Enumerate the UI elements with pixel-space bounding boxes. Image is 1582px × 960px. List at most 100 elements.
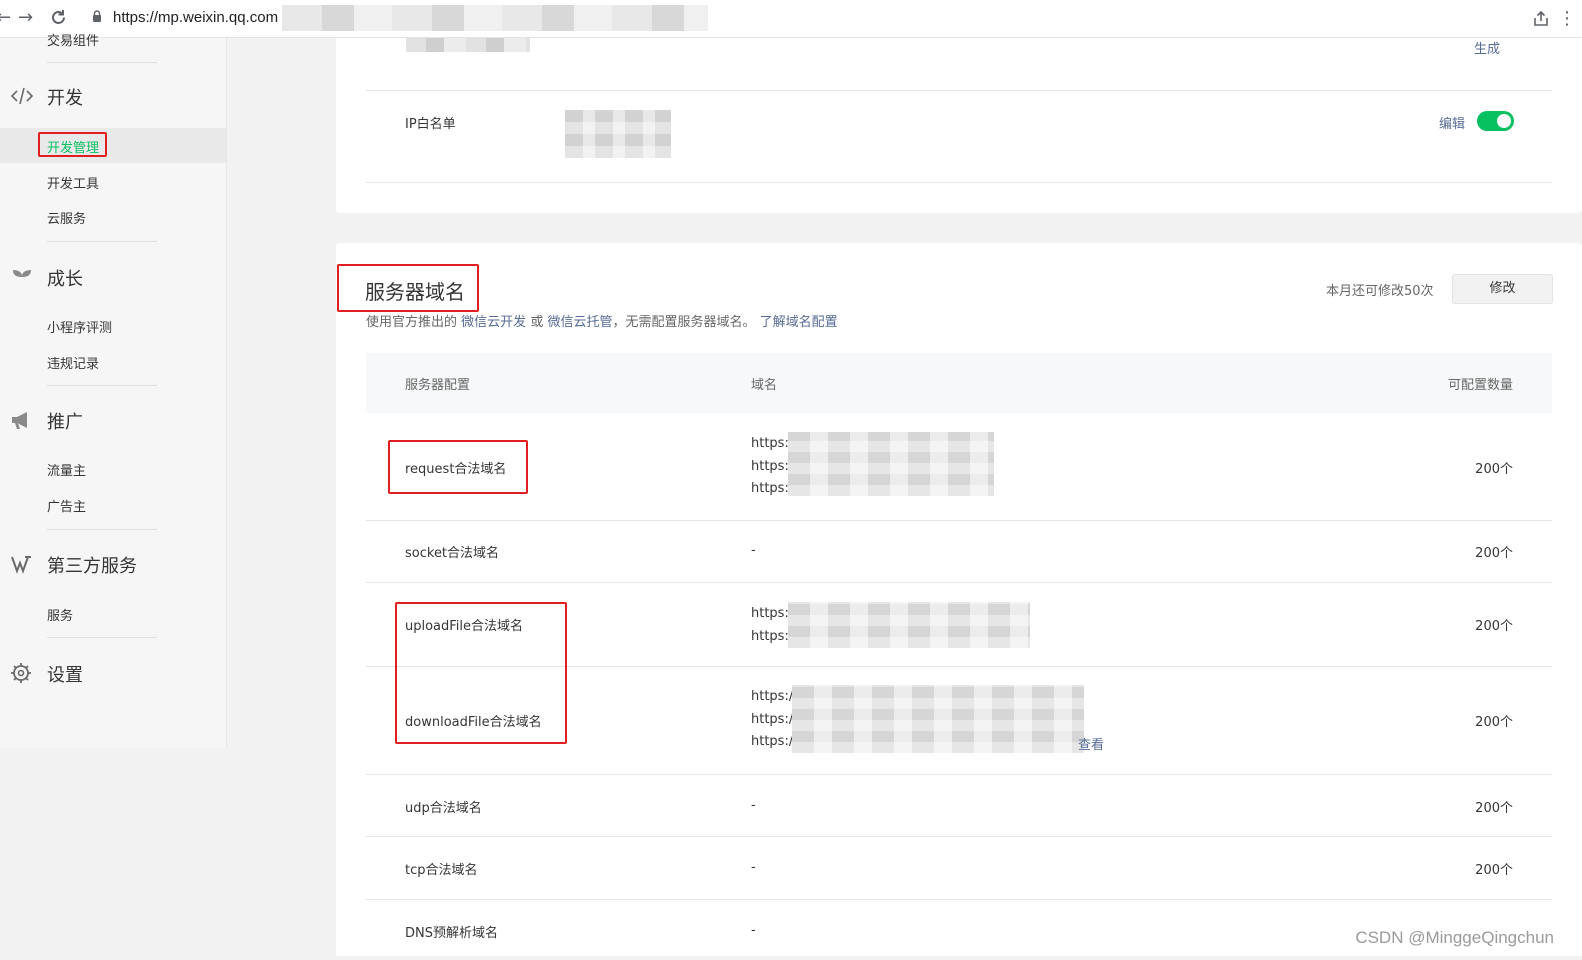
domain-entry: https:/ <box>751 628 794 644</box>
forward-icon[interactable]: → <box>18 7 33 29</box>
cloud-hosting-link[interactable]: 微信云托管 <box>547 315 612 330</box>
table-row: tcp合法域名 - 200个 <box>366 837 1552 900</box>
back-icon[interactable]: ← <box>0 7 11 29</box>
lock-icon <box>93 10 101 22</box>
ip-whitelist-label: IP白名单 <box>405 117 456 132</box>
address-bar[interactable]: https://mp.weixin.qq.com <box>113 9 278 26</box>
domain-entry: - <box>751 543 756 558</box>
sidebar-divider <box>47 241 157 242</box>
domain-entry: https:/ <box>751 481 794 496</box>
cloud-dev-link[interactable]: 微信云开发 <box>461 315 526 330</box>
table-row: udp合法域名 - 200个 <box>366 775 1552 837</box>
redacted-domains <box>792 685 1084 753</box>
row-count: 200个 <box>1475 546 1513 561</box>
generate-link[interactable]: 生成 <box>1474 38 1500 57</box>
sidebar-item-traffic-owner[interactable]: 流量主 <box>47 460 86 479</box>
sidebar-section-title: 推广 <box>47 412 83 433</box>
table-row: request合法域名 https: https: https:/ 200个 <box>366 413 1552 521</box>
row-count: 200个 <box>1475 462 1513 477</box>
sidebar-item-advertiser[interactable]: 广告主 <box>47 496 86 515</box>
domain-entry: https:/ <box>751 711 794 727</box>
sidebar-section-title: 开发 <box>47 88 83 109</box>
redacted-ip-list <box>565 110 671 158</box>
row-name: tcp合法域名 <box>405 863 478 878</box>
column-header: 域名 <box>751 378 778 393</box>
remaining-changes: 本月还可修改50次 <box>1326 284 1434 299</box>
more-icon[interactable]: ⋮ <box>1558 8 1576 29</box>
annotation-box <box>388 440 528 494</box>
sidebar-divider <box>47 529 157 530</box>
sidebar-item-cut[interactable]: 交易组件 <box>47 30 99 49</box>
column-header: 服务器配置 <box>405 378 471 393</box>
megaphone-icon <box>12 412 27 429</box>
gear-icon <box>11 663 31 683</box>
ip-whitelist-toggle[interactable] <box>1477 111 1514 131</box>
sidebar-item-review[interactable]: 小程序评测 <box>47 317 112 336</box>
redacted-domains <box>788 432 994 496</box>
domain-entry: https: <box>751 436 789 451</box>
desc-text: ，无需配置服务器域名。 <box>612 315 756 330</box>
annotation-box <box>395 602 567 744</box>
sidebar-item-dev-tools[interactable]: 开发工具 <box>47 173 99 192</box>
domain-entry: https:/ <box>751 689 794 704</box>
table-header: 服务器配置 域名 可配置数量 <box>366 353 1552 413</box>
sidebar-divider <box>47 62 157 63</box>
settings-card: 生成 IP白名单 编辑 <box>336 38 1582 213</box>
sidebar-section-develop[interactable]: 开发 <box>0 81 226 111</box>
divider <box>366 90 1552 91</box>
domain-entry: https: <box>751 458 789 474</box>
third-party-icon <box>11 556 31 574</box>
annotation-box <box>38 132 107 157</box>
sidebar-section-title: 第三方服务 <box>47 556 137 577</box>
modify-button[interactable]: 修改 <box>1452 274 1553 304</box>
annotation-box <box>337 264 479 312</box>
domain-entry: - <box>751 798 756 813</box>
code-icon <box>10 87 34 105</box>
sidebar-section-promotion[interactable]: 推广 <box>0 405 226 435</box>
sidebar-section-growth[interactable]: 成长 <box>0 262 226 292</box>
domain-entry: https: <box>751 606 789 621</box>
redacted-value <box>406 38 530 52</box>
row-name: socket合法域名 <box>405 546 500 561</box>
sidebar-section-title: 设置 <box>47 665 83 686</box>
sidebar-item-violations[interactable]: 违规记录 <box>47 353 99 372</box>
row-count: 200个 <box>1475 715 1513 730</box>
reload-icon[interactable] <box>50 9 67 26</box>
sidebar-item-services[interactable]: 服务 <box>47 605 73 624</box>
domain-list: https: https: https:/ <box>751 433 793 501</box>
row-name: DNS预解析域名 <box>405 926 498 941</box>
domain-config-help-link[interactable]: 了解域名配置 <box>760 315 838 330</box>
table-row: socket合法域名 - 200个 <box>366 521 1552 583</box>
domain-entry: - <box>751 860 756 875</box>
sidebar: 交易组件 开发 开发管理 开发工具 云服务 成长 小程序评测 违规记录 推广 流… <box>0 34 227 748</box>
sidebar-divider <box>47 637 157 638</box>
edit-link[interactable]: 编辑 <box>1439 113 1465 132</box>
view-more-link[interactable]: 查看 <box>1078 734 1104 753</box>
share-icon[interactable] <box>1532 10 1550 28</box>
domain-entry: https:/ <box>751 734 794 749</box>
url-redaction <box>282 5 708 31</box>
sprout-icon <box>13 270 31 286</box>
domain-entry: - <box>751 923 756 938</box>
sidebar-item-cloud[interactable]: 云服务 <box>47 208 86 227</box>
sidebar-divider <box>47 385 157 386</box>
browser-toolbar: ← → https://mp.weixin.qq.com ⋮ <box>0 0 1582 38</box>
sidebar-section-settings[interactable]: 设置 <box>0 658 226 688</box>
row-name: udp合法域名 <box>405 801 482 816</box>
column-header: 可配置数量 <box>1447 378 1513 393</box>
sidebar-section-third-party[interactable]: 第三方服务 <box>0 549 226 579</box>
domain-list: https:/ https:/ https:/ <box>751 686 793 754</box>
domain-list: https: https:/ <box>751 603 793 648</box>
desc-text: 或 <box>530 315 544 330</box>
server-domain-card: 服务器域名 本月还可修改50次 修改 使用官方推出的 微信云开发 或 微信云托管… <box>336 243 1582 956</box>
active-item-background <box>0 128 226 163</box>
row-count: 200个 <box>1475 619 1513 634</box>
sidebar-section-title: 成长 <box>47 269 83 290</box>
redacted-domains <box>788 602 1030 648</box>
section-description: 使用官方推出的 微信云开发 或 微信云托管，无需配置服务器域名。 了解域名配置 <box>366 311 838 330</box>
desc-text: 使用官方推出的 <box>366 315 458 330</box>
row-count: 200个 <box>1475 863 1513 878</box>
watermark: CSDN @MinggeQingchun <box>1355 928 1554 947</box>
divider <box>366 182 1552 183</box>
row-count: 200个 <box>1475 801 1513 816</box>
